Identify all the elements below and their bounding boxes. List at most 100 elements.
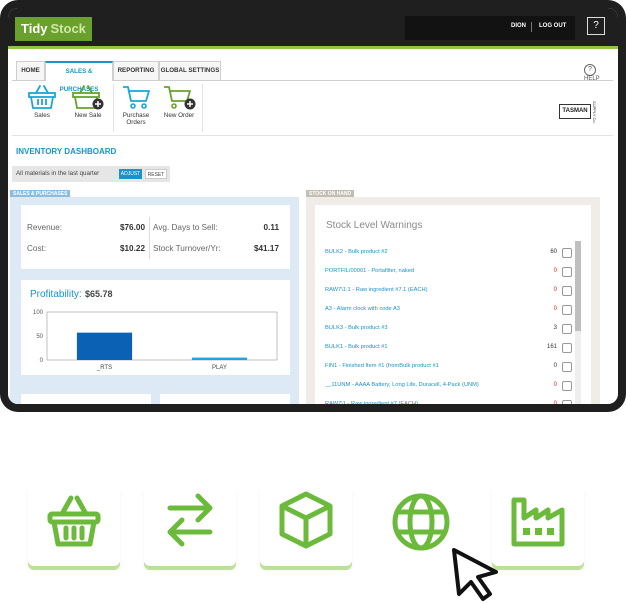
tab-global-settings[interactable]: GLOBAL SETTINGS <box>159 61 221 80</box>
tab-sales-purchases[interactable]: SALES & PURCHASES <box>45 61 113 93</box>
filter-bar: All materials in the last quarter ADJUST… <box>12 166 170 182</box>
stock-warning-row[interactable]: __11UNM - AAAA Battery, Long Life, Durac… <box>325 380 575 399</box>
profitability-value: $65.78 <box>85 289 113 299</box>
app-screen: Tidy Stock DION LOG OUT ? HOME SALES & PU… <box>8 8 618 404</box>
feature-tile-transfers[interactable] <box>144 486 236 570</box>
stock-item-qty: 0 <box>553 306 557 312</box>
sales-panel: Revenue: $76.00 Cost: $10.22 Avg. Days t… <box>10 197 299 404</box>
stock-warning-row[interactable]: BULK2 - Bulk product #2 60 <box>325 247 575 266</box>
stock-item-checkbox[interactable] <box>562 381 572 391</box>
adjust-button[interactable]: ADJUST <box>119 169 142 179</box>
bottom-card-left <box>21 394 151 404</box>
new-order-button[interactable]: New Order <box>157 84 201 132</box>
sales-button[interactable]: Sales <box>20 84 64 132</box>
tile-underline <box>260 562 352 570</box>
new-sale-label: New Sale <box>74 112 102 119</box>
mouse-cursor-icon <box>452 548 498 601</box>
feature-tile-sales[interactable] <box>28 486 120 570</box>
stock-item-checkbox[interactable] <box>562 267 572 277</box>
tasman-logo: TASMAN <box>559 104 591 119</box>
profitability-card: Profitability: $65.78 100 50 0 _RTS PLAY <box>21 280 290 375</box>
stock-turnover-value: $41.17 <box>253 244 279 253</box>
main-tabs: HOME SALES & PURCHASES REPORTING GLOBAL … <box>12 60 613 93</box>
tab-reporting[interactable]: REPORTING <box>113 61 159 80</box>
basket-icon <box>47 495 101 547</box>
stock-item-name[interactable]: PORTFIL/00001 - Portafilter, naked <box>325 268 414 274</box>
stock-warning-row[interactable]: PORTFIL/00001 - Portafilter, naked 0 <box>325 266 575 285</box>
y-tick-label: 100 <box>33 310 44 316</box>
tile-underline <box>28 562 120 570</box>
stock-warning-row[interactable]: FIN1 - Finished Item #1 (fromBulk produc… <box>325 361 575 380</box>
stock-item-checkbox[interactable] <box>562 324 572 334</box>
chart-bar <box>191 357 248 360</box>
new-sale-button[interactable]: New Sale <box>66 84 110 132</box>
stock-panel: Stock Level Warnings BULK2 - Bulk produc… <box>306 197 600 404</box>
stock-item-qty: 60 <box>550 249 557 255</box>
tile-underline <box>144 562 236 570</box>
purchase-orders-label-line2: Orders <box>126 119 146 126</box>
stock-list-scrollbar[interactable] <box>575 241 581 404</box>
stock-item-name[interactable]: RAW7\1.1 - Raw ingredient #7.1 (EACH) <box>325 287 428 293</box>
box-icon <box>279 491 333 549</box>
tasman-logo-sub: SUPPLY Co. <box>592 101 597 124</box>
feature-tile-inventory[interactable] <box>260 486 352 570</box>
stock-warning-row[interactable]: A3 - Alarm clock with code A3 0 <box>325 304 575 323</box>
stock-warning-row[interactable]: BULK3 - Bulk product #3 3 <box>325 323 575 342</box>
x-tick-label: _RTS <box>96 365 112 371</box>
stock-item-name[interactable]: BULK2 - Bulk product #2 <box>325 249 388 255</box>
logout-link[interactable]: LOG OUT <box>539 23 566 29</box>
purchase-orders-button[interactable]: Purchase Orders <box>114 84 158 132</box>
scrollbar-thumb[interactable] <box>575 241 581 331</box>
cost-value: $10.22 <box>119 244 145 253</box>
new-order-label: New Order <box>163 112 195 119</box>
stock-item-name[interactable]: BULK3 - Bulk product #3 <box>325 325 388 331</box>
metrics-divider <box>149 217 150 259</box>
stock-item-name[interactable]: FIN1 - Finished Item #1 (fromBulk produc… <box>325 363 439 369</box>
transfer-arrows-icon <box>167 493 213 547</box>
stock-warning-row[interactable]: RAW7\1.1 - Raw ingredient #7.1 (EACH) 0 <box>325 285 575 304</box>
user-box: DION LOG OUT <box>405 16 575 40</box>
bottom-card-right <box>160 394 290 404</box>
profitability-label: Profitability: <box>30 289 82 300</box>
stock-item-name[interactable]: RAW7\1 - Raw ingredient #7 (EACH) <box>325 401 418 404</box>
revenue-value: $76.00 <box>119 223 145 232</box>
stock-warning-row[interactable]: BULK1 - Bulk product #1 161 <box>325 342 575 361</box>
stock-item-checkbox[interactable] <box>562 286 572 296</box>
laptop-frame: Tidy Stock DION LOG OUT ? HOME SALES & PU… <box>0 0 626 412</box>
help-circle-icon: ? <box>584 64 596 76</box>
toolbar-divider <box>202 84 203 132</box>
user-divider <box>531 22 532 32</box>
new-order-cart-icon <box>164 86 196 110</box>
stock-turnover-label: Stock Turnover/Yr: <box>153 244 221 253</box>
stock-item-qty: 0 <box>553 363 557 369</box>
tab-home[interactable]: HOME <box>16 61 45 80</box>
y-tick-label: 50 <box>36 334 43 340</box>
help-icon[interactable]: ? <box>587 17 605 35</box>
avg-days-label: Avg. Days to Sell: <box>153 223 218 232</box>
reset-button[interactable]: RESET <box>145 169 167 179</box>
logo-text: Tidy <box>21 21 48 36</box>
stock-item-qty: 0 <box>553 382 557 388</box>
header-accent-line <box>8 46 618 49</box>
basket-icon <box>28 85 56 109</box>
stock-item-checkbox[interactable] <box>562 305 572 315</box>
filter-label: All materials in the last quarter <box>16 170 100 177</box>
profitability-chart: 100 50 0 _RTS PLAY <box>33 310 278 371</box>
stock-item-checkbox[interactable] <box>562 362 572 372</box>
stock-warnings-title: Stock Level Warnings <box>326 220 423 231</box>
stock-item-checkbox[interactable] <box>562 343 572 353</box>
new-sale-basket-icon <box>72 85 104 110</box>
sales-label: Sales <box>34 112 50 119</box>
revenue-label: Revenue: <box>27 223 63 232</box>
stock-item-name[interactable]: A3 - Alarm clock with code A3 <box>325 306 400 312</box>
stock-item-name[interactable]: __11UNM - AAAA Battery, Long Life, Durac… <box>325 382 479 388</box>
tidystock-logo[interactable]: Tidy Stock <box>15 17 92 41</box>
stock-item-checkbox[interactable] <box>562 248 572 258</box>
stock-warning-row[interactable]: RAW7\1 - Raw ingredient #7 (EACH) 0 <box>325 399 575 404</box>
purchase-orders-label: Purchase Orders <box>114 112 158 126</box>
cart-icon <box>123 86 150 109</box>
avg-days-value: 0.11 <box>263 223 279 232</box>
stock-item-checkbox[interactable] <box>562 400 572 404</box>
stock-item-name[interactable]: BULK1 - Bulk product #1 <box>325 344 388 350</box>
action-toolbar: Sales New Sale Purchase Orders New Order… <box>12 80 613 136</box>
